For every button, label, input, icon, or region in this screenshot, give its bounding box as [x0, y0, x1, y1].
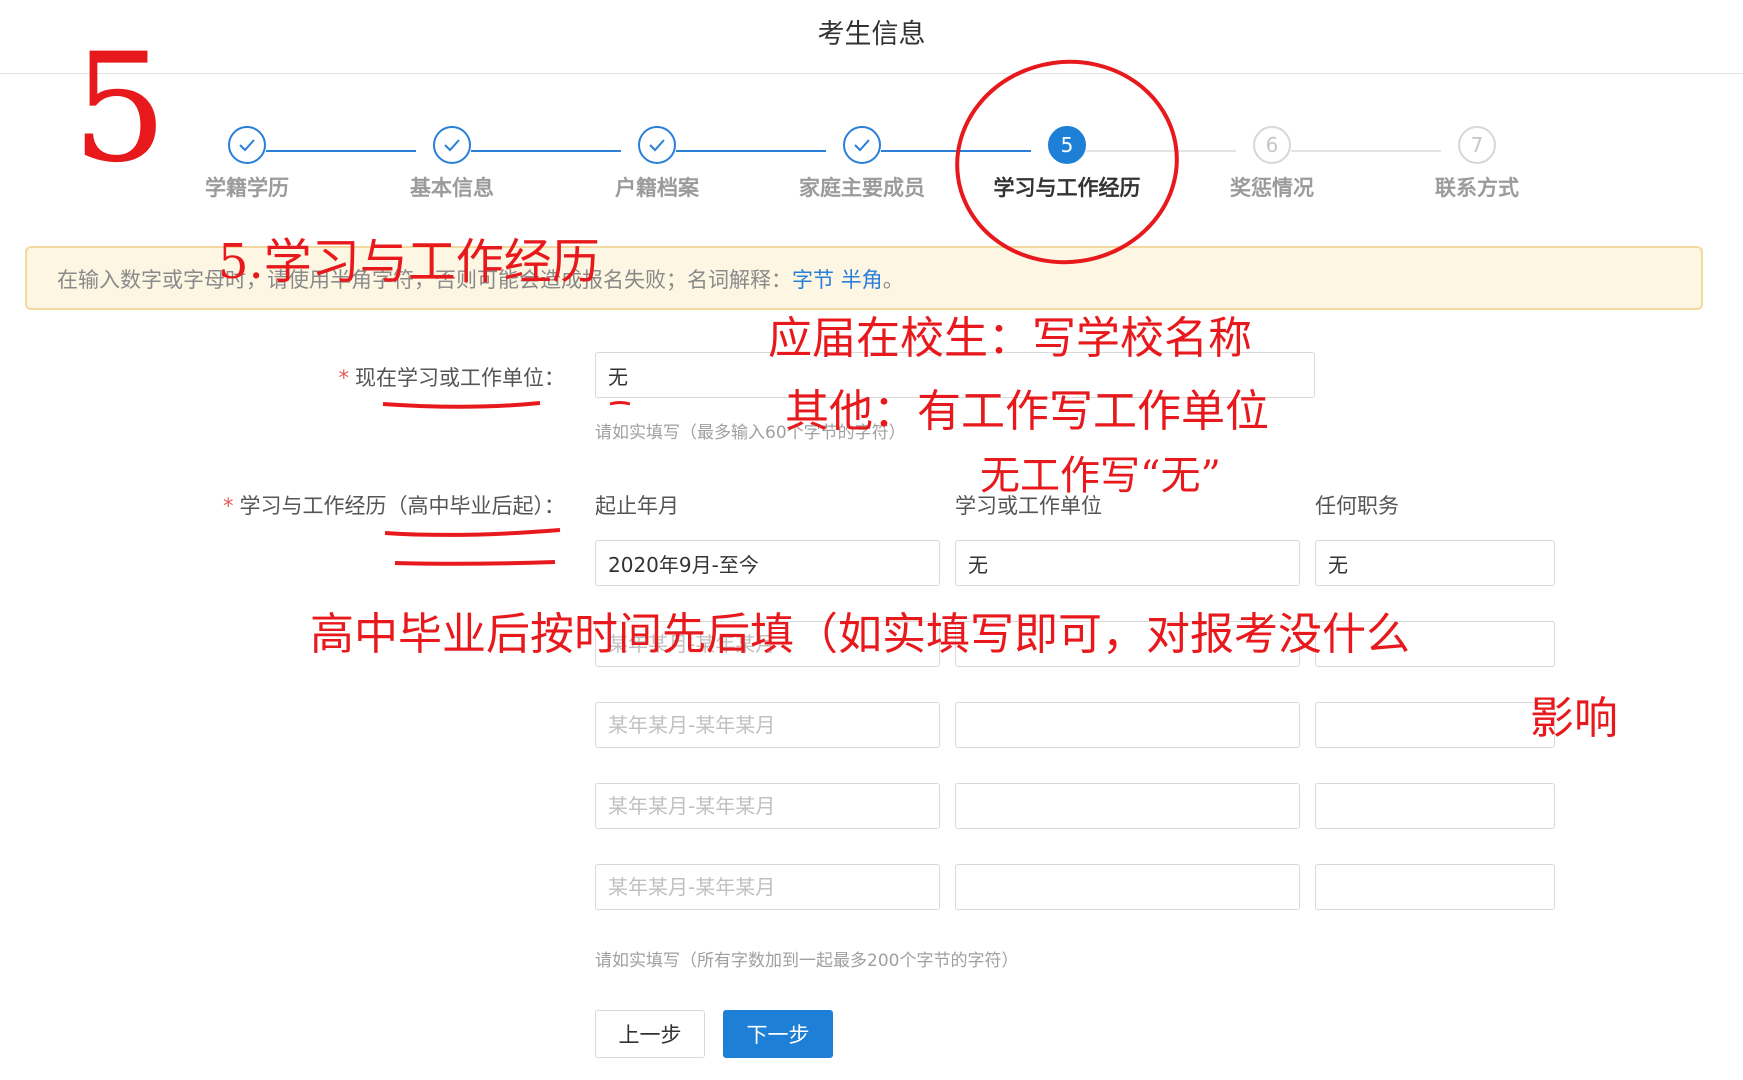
annotation-underline — [609, 401, 631, 406]
check-icon — [843, 126, 881, 164]
step-label: 联系方式 — [1435, 176, 1519, 200]
unit-header: 学习或工作单位 — [955, 494, 1102, 518]
position-input[interactable] — [1315, 783, 1555, 829]
period-header: 起止年月 — [595, 494, 679, 518]
position-input[interactable] — [1315, 540, 1555, 586]
step-3[interactable]: 户籍档案 — [577, 126, 737, 202]
current-unit-input[interactable] — [595, 352, 1315, 398]
step-4[interactable]: 家庭主要成员 — [782, 126, 942, 202]
next-button[interactable]: 下一步 — [723, 1010, 833, 1058]
step-number: 6 — [1253, 126, 1291, 164]
check-icon — [638, 126, 676, 164]
progress-stepper: 学籍学历 基本信息 户籍档案 家庭主要成员 5 学习与工作经历 6 奖惩情况 7… — [0, 126, 1743, 216]
byte-link[interactable]: 字节 — [792, 268, 834, 292]
period-input[interactable] — [595, 621, 940, 667]
unit-input[interactable] — [955, 783, 1300, 829]
required-mark: * — [223, 494, 234, 518]
current-unit-label: * 现在学习或工作单位： — [339, 362, 566, 392]
step-6[interactable]: 6 奖惩情况 — [1192, 126, 1352, 202]
annotation-underline — [394, 560, 556, 566]
unit-input[interactable] — [955, 621, 1300, 667]
required-mark: * — [338, 366, 350, 390]
position-input[interactable] — [1315, 702, 1555, 748]
step-label: 学籍学历 — [205, 176, 289, 200]
step-label: 学习与工作经历 — [993, 176, 1141, 200]
step-label: 户籍档案 — [615, 176, 699, 200]
step-label: 家庭主要成员 — [799, 176, 925, 200]
step-1[interactable]: 学籍学历 — [167, 126, 327, 202]
step-label: 奖惩情况 — [1230, 176, 1314, 200]
page-header: 考生信息 — [0, 0, 1743, 74]
unit-input[interactable] — [955, 864, 1300, 910]
annotation-underline — [382, 401, 541, 409]
position-input[interactable] — [1315, 864, 1555, 910]
period-input[interactable] — [595, 702, 940, 748]
step-number: 5 — [1048, 126, 1086, 164]
position-header: 任何职务 — [1315, 494, 1399, 518]
step-5[interactable]: 5 学习与工作经历 — [987, 126, 1147, 202]
unit-input[interactable] — [955, 702, 1300, 748]
period-input[interactable] — [595, 783, 940, 829]
half-width-link[interactable]: 半角 — [841, 268, 883, 292]
unit-input[interactable] — [955, 540, 1300, 586]
step-7[interactable]: 7 联系方式 — [1397, 126, 1557, 202]
experience-label-text: 学习与工作经历（高中毕业后起）： — [239, 494, 566, 518]
current-unit-label-text: 现在学习或工作单位： — [355, 366, 565, 390]
notice-end: 。 — [882, 268, 904, 292]
step-2[interactable]: 基本信息 — [372, 126, 532, 202]
period-input[interactable] — [595, 540, 940, 586]
step-number: 7 — [1458, 126, 1496, 164]
experience-help: 请如实填写（所有字数加到一起最多200个字节的字符） — [595, 951, 1019, 971]
position-input[interactable] — [1315, 621, 1555, 667]
current-unit-help: 请如实填写（最多输入60个字节的字符） — [595, 423, 906, 443]
check-icon — [228, 126, 266, 164]
notice-banner: 在输入数字或字母时，请使用半角字符，否则可能会造成报名失败；名词解释：字节 半角… — [25, 246, 1703, 310]
notice-text: 在输入数字或字母时，请使用半角字符，否则可能会造成报名失败；名词解释： — [57, 268, 792, 292]
check-icon — [433, 126, 471, 164]
prev-button[interactable]: 上一步 — [595, 1010, 705, 1058]
annotation-underline — [384, 528, 561, 537]
period-input[interactable] — [595, 864, 940, 910]
step-label: 基本信息 — [410, 176, 494, 200]
page-title: 考生信息 — [817, 19, 926, 50]
experience-label: * 学习与工作经历（高中毕业后起）： — [223, 490, 565, 520]
